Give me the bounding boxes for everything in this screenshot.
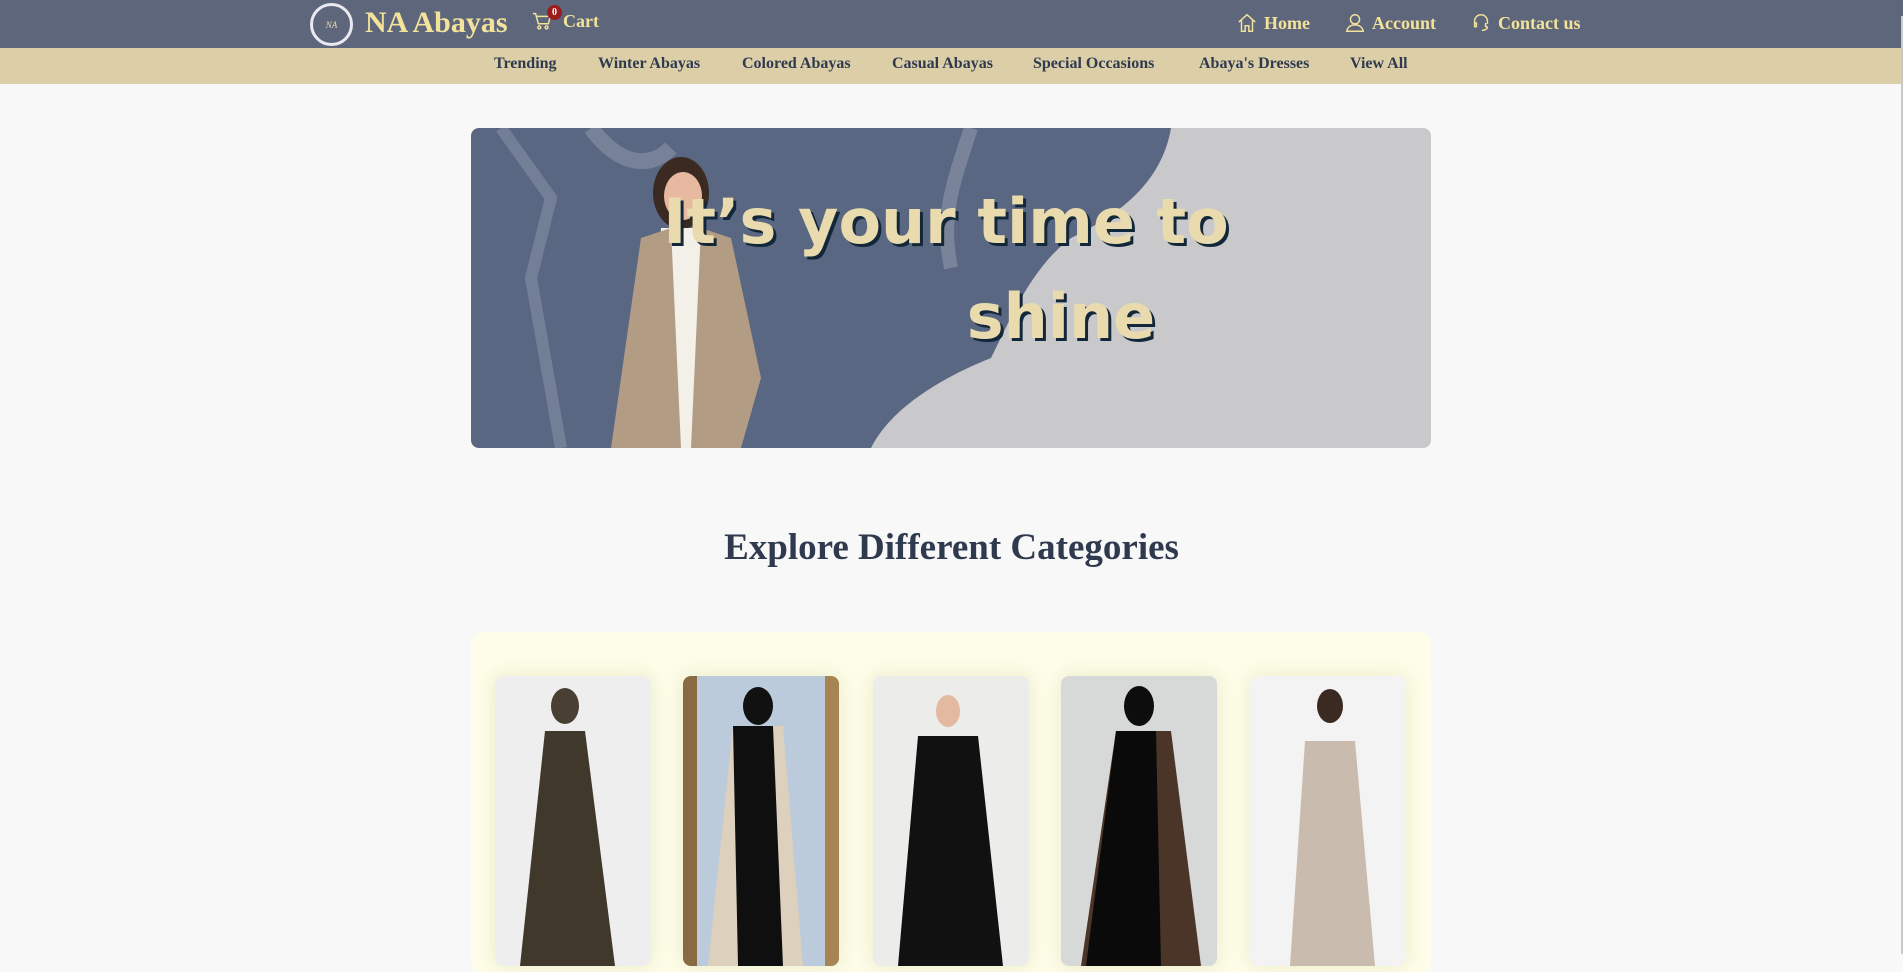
cart-label: Cart (563, 10, 599, 31)
hero-banner[interactable]: It’s your time to It’s your time to shin… (471, 128, 1431, 448)
subnav-abayas-dresses[interactable]: Abaya's Dresses (1199, 55, 1309, 73)
home-icon (1238, 13, 1256, 32)
category-card[interactable] (495, 676, 651, 966)
category-image (495, 676, 651, 966)
category-image (1061, 676, 1217, 966)
subnav-winter-abayas[interactable]: Winter Abayas (598, 55, 700, 73)
cart-count-badge: 0 (547, 5, 562, 20)
banner-headline-line2-front: shine (967, 280, 1155, 353)
category-card[interactable] (683, 676, 839, 966)
nav-account[interactable]: Account (1344, 12, 1436, 34)
banner-headline-line1-front: It’s your time to (663, 185, 1228, 258)
top-navbar (0, 0, 1903, 48)
category-image (683, 676, 839, 966)
user-icon (1345, 14, 1365, 32)
subnav-trending[interactable]: Trending (494, 55, 557, 73)
category-image (873, 676, 1029, 966)
subnav-colored-abayas[interactable]: Colored Abayas (742, 55, 851, 73)
nav-home[interactable]: Home (1236, 12, 1310, 34)
section-title: Explore Different Categories (724, 527, 1179, 568)
nav-contact[interactable]: Contact us (1470, 12, 1581, 34)
cart-button[interactable]: 0 Cart (531, 5, 599, 32)
category-card[interactable] (1061, 676, 1217, 966)
logo[interactable]: NA (310, 3, 353, 46)
category-image (1250, 676, 1406, 966)
subnav-casual-abayas[interactable]: Casual Abayas (892, 55, 993, 73)
brand-name[interactable]: NA Abayas (365, 6, 508, 40)
headset-icon (1473, 14, 1489, 32)
category-card[interactable] (873, 676, 1029, 966)
category-card[interactable] (1250, 676, 1406, 966)
subnav-view-all[interactable]: View All (1350, 55, 1408, 73)
subnav-special-occasions[interactable]: Special Occasions (1033, 55, 1154, 73)
